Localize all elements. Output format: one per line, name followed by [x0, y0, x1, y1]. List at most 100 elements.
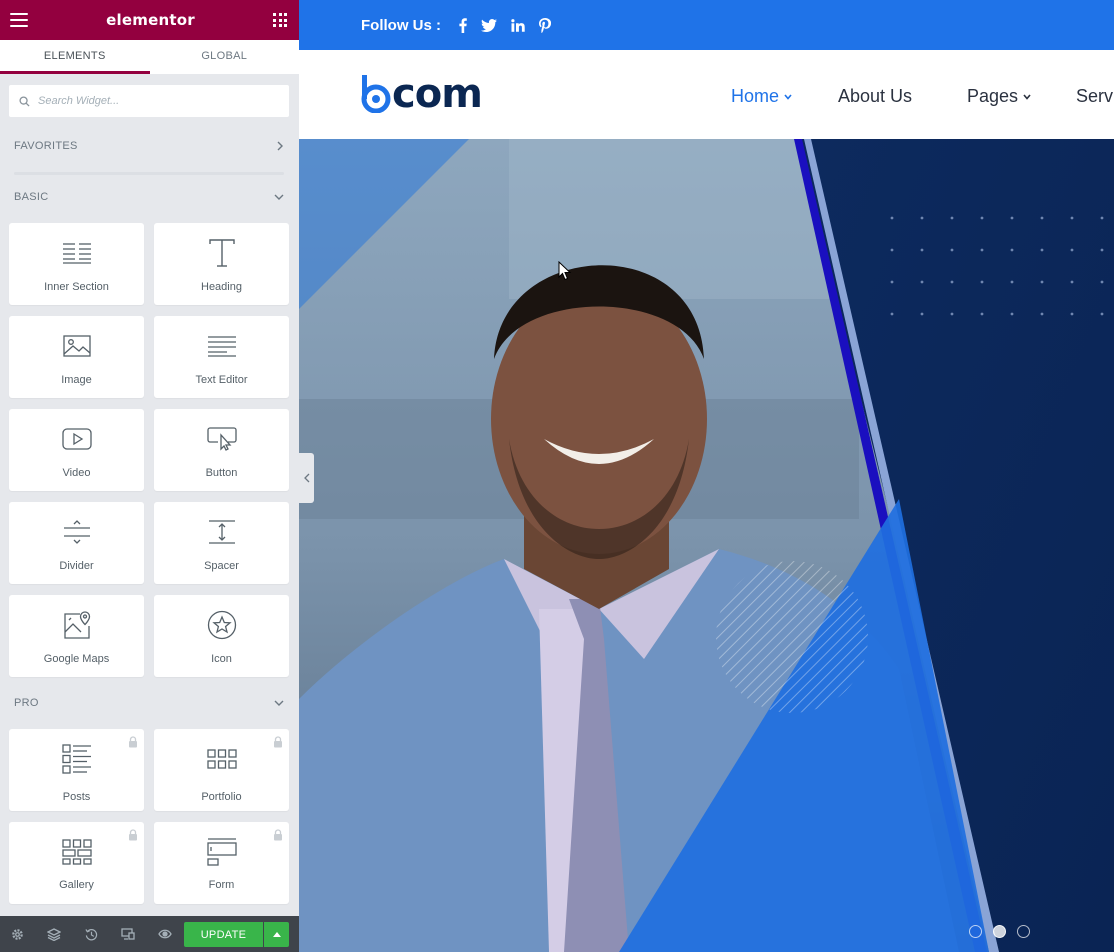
preview-icon[interactable] [158, 927, 172, 941]
widget-label: Inner Section [44, 281, 109, 293]
caret-up-icon [272, 932, 281, 937]
settings-icon[interactable] [10, 927, 24, 941]
widget-label: Heading [201, 281, 242, 293]
widget-button[interactable]: Button [154, 409, 289, 491]
widget-label: Image [61, 374, 92, 386]
chevron-left-icon [303, 473, 309, 483]
follow-us-label: Follow Us : [361, 16, 441, 34]
category-pro[interactable]: PRO [14, 697, 284, 709]
hero-slider [299, 139, 1114, 952]
widget-label: Form [208, 879, 235, 891]
twitter-icon[interactable] [481, 18, 497, 32]
portfolio-icon [206, 749, 237, 769]
category-favorites[interactable]: FAVORITES [14, 140, 284, 152]
image-icon [62, 335, 91, 357]
gallery-icon [61, 839, 92, 865]
widget-icon[interactable]: Icon [154, 595, 289, 677]
category-favorites-label: FAVORITES [14, 140, 78, 152]
heading-icon [208, 239, 235, 267]
tab-global[interactable]: GLOBAL [150, 40, 300, 74]
chevron-down-icon [1023, 93, 1031, 100]
linkedin-icon[interactable] [511, 18, 525, 32]
pinterest-icon[interactable] [539, 17, 551, 33]
widget-google-maps[interactable]: Google Maps [9, 595, 144, 677]
nav-about-us-label: About Us [838, 86, 913, 106]
nav-about-us[interactable]: About Us [838, 86, 912, 107]
widget-label: Icon [211, 653, 232, 665]
video-icon [61, 428, 92, 450]
nav-services[interactable]: Serv [1076, 86, 1113, 107]
widgets-grid-icon[interactable] [273, 13, 287, 27]
site-navbar: com Home About Us Pages Serv [299, 50, 1114, 139]
divider-icon [63, 520, 90, 544]
navigator-icon[interactable] [47, 927, 61, 941]
search-icon [19, 95, 30, 107]
nav-home[interactable]: Home [731, 86, 792, 107]
responsive-icon[interactable] [121, 927, 135, 941]
elementor-panel: elementor ELEMENTS GLOBAL FAVORITES BASI… [0, 0, 299, 952]
chevron-down-icon [784, 93, 792, 100]
chevron-right-icon [277, 141, 283, 151]
widget-image[interactable]: Image [9, 316, 144, 398]
top-bar: Follow Us : [299, 0, 1114, 50]
google-maps-icon [63, 611, 90, 639]
update-options-button[interactable] [264, 922, 289, 947]
category-basic[interactable]: BASIC [14, 191, 284, 203]
widget-divider[interactable]: Divider [9, 502, 144, 584]
site-logo[interactable]: com [361, 71, 483, 117]
widget-label: Google Maps [43, 653, 110, 665]
star-icon [207, 610, 236, 640]
elementor-logo: elementor [106, 11, 195, 29]
chevron-down-icon [274, 194, 284, 200]
slider-dot-2[interactable] [993, 925, 1006, 938]
slider-dot-1[interactable] [969, 925, 982, 938]
hero-image [299, 139, 1114, 952]
facebook-icon[interactable] [459, 17, 467, 33]
panel-header: elementor [0, 0, 299, 40]
search-input[interactable] [38, 95, 268, 107]
widget-label: Text Editor [195, 374, 248, 386]
widget-portfolio[interactable]: Portfolio [154, 729, 289, 811]
category-divider [14, 172, 284, 175]
widget-label: Divider [59, 560, 94, 572]
widget-form[interactable]: Form [154, 822, 289, 904]
button-icon [206, 427, 237, 451]
text-editor-icon [207, 336, 236, 357]
spacer-icon [208, 520, 235, 544]
nav-pages-label: Pages [967, 86, 1019, 106]
panel-footer: UPDATE [0, 916, 299, 952]
widget-video[interactable]: Video [9, 409, 144, 491]
app-window: elementor ELEMENTS GLOBAL FAVORITES BASI… [0, 0, 1114, 952]
widget-posts[interactable]: Posts [9, 729, 144, 811]
update-button[interactable]: UPDATE [184, 922, 263, 947]
nav-home-label: Home [731, 86, 780, 106]
slider-dot-3[interactable] [1017, 925, 1030, 938]
widget-label: Button [205, 467, 238, 479]
form-icon [206, 838, 237, 866]
nav-services-label: Serv [1076, 86, 1114, 106]
history-icon[interactable] [84, 927, 98, 941]
widget-label: Portfolio [201, 791, 242, 803]
collapse-panel-handle[interactable] [299, 453, 314, 503]
widget-label: Video [62, 467, 91, 479]
widget-label: Spacer [204, 560, 239, 572]
logo-mark-icon [361, 75, 391, 113]
tab-elements[interactable]: ELEMENTS [0, 40, 150, 74]
chevron-down-icon [274, 700, 284, 706]
widget-text-editor[interactable]: Text Editor [154, 316, 289, 398]
nav-pages[interactable]: Pages [967, 86, 1031, 107]
widget-heading[interactable]: Heading [154, 223, 289, 305]
search-box [9, 85, 289, 117]
category-pro-label: PRO [14, 697, 39, 709]
widget-spacer[interactable]: Spacer [154, 502, 289, 584]
panel-tabs: ELEMENTS GLOBAL [0, 40, 299, 74]
widget-label: Posts [62, 791, 91, 803]
logo-text: com [392, 71, 483, 117]
mouse-cursor-icon [558, 261, 572, 281]
widget-label: Gallery [59, 879, 94, 891]
inner-section-icon [62, 243, 91, 264]
menu-icon[interactable] [10, 13, 28, 27]
widget-inner-section[interactable]: Inner Section [9, 223, 144, 305]
widget-gallery[interactable]: Gallery [9, 822, 144, 904]
site-preview: Follow Us : com Home About Us Pages Serv [299, 0, 1114, 952]
